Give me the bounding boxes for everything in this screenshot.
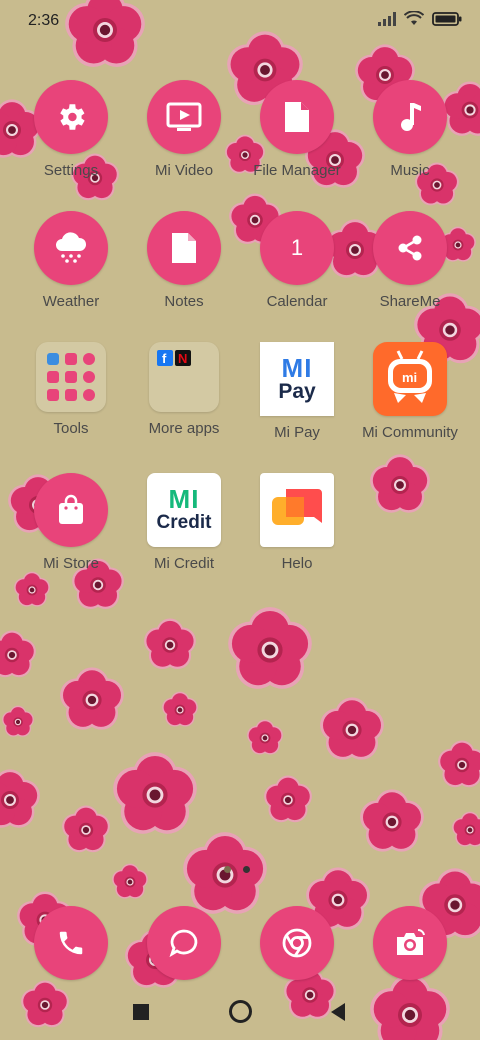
app-mi-community[interactable]: mi Mi Community [355, 342, 465, 441]
wallpaper-flower [113, 752, 197, 834]
page-dot-active [243, 866, 250, 873]
status-time: 2:36 [28, 12, 60, 29]
messages-icon [147, 906, 221, 980]
status-bar: 2:36 [0, 0, 480, 44]
wallpaper-flower [112, 863, 148, 899]
signal-icon [378, 11, 396, 26]
app-label: Mi Credit [153, 555, 214, 572]
wallpaper-flower [370, 454, 430, 513]
app-label: More apps [148, 420, 220, 437]
app-label: Music [390, 162, 430, 179]
folder-more-apps[interactable]: f N More apps [129, 342, 239, 437]
dock-phone[interactable] [16, 906, 126, 980]
wallpaper-flower [228, 607, 312, 689]
app-mi-store[interactable]: Mi Store [16, 473, 126, 572]
chrome-icon [260, 906, 334, 980]
wallpaper-flower [438, 740, 480, 788]
mi-pay-logo: MI Pay [260, 342, 334, 416]
svg-text:f: f [162, 351, 167, 366]
tv-icon [147, 80, 221, 154]
wallpaper-flower [144, 618, 196, 670]
calendar-icon: 1 [260, 211, 334, 285]
app-shareme[interactable]: ShareMe [355, 211, 465, 310]
app-label: Mi Pay [274, 424, 320, 441]
app-mi-video[interactable]: Mi Video [129, 80, 239, 179]
wallpaper-flower [452, 811, 480, 847]
file-icon [260, 80, 334, 154]
shopping-bag-icon [34, 473, 108, 547]
wallpaper-flower [320, 697, 384, 760]
mi-credit-logo: MI Credit [147, 473, 221, 547]
app-label: Helo [281, 555, 313, 572]
wallpaper-flower [0, 769, 40, 828]
app-calendar[interactable]: 1 Calendar [242, 211, 352, 310]
home-button[interactable] [229, 1000, 252, 1023]
cloud-snow-icon [34, 211, 108, 285]
wifi-icon [404, 11, 424, 25]
app-notes[interactable]: Notes [129, 211, 239, 310]
app-label: Mi Community [362, 424, 458, 441]
wallpaper-flower [264, 775, 312, 823]
page-indicator [224, 866, 250, 873]
music-note-icon [373, 80, 447, 154]
app-music[interactable]: Music [355, 80, 465, 179]
phone-icon [34, 906, 108, 980]
helo-logo [260, 473, 334, 547]
app-label: ShareMe [379, 293, 441, 310]
folder-icon [36, 342, 106, 412]
dock-camera[interactable] [355, 906, 465, 980]
app-label: Weather [42, 293, 100, 310]
share-icon [373, 211, 447, 285]
app-label: Settings [43, 162, 99, 179]
calendar-day: 1 [290, 235, 304, 260]
app-helo[interactable]: Helo [242, 473, 352, 572]
app-mi-pay[interactable]: MI Pay Mi Pay [242, 342, 352, 441]
app-label: Calendar [266, 293, 328, 310]
wallpaper-flower [360, 789, 424, 852]
recents-button[interactable] [133, 1004, 149, 1020]
app-mi-credit[interactable]: MI Credit Mi Credit [129, 473, 239, 572]
wallpaper-flower [162, 691, 198, 727]
wallpaper-flower [247, 719, 283, 755]
gear-icon [34, 80, 108, 154]
wallpaper-flower [14, 571, 50, 607]
svg-text:N: N [178, 351, 187, 366]
folder-icon: f N [149, 342, 219, 412]
dock-messages[interactable] [129, 906, 239, 980]
back-button[interactable] [331, 1003, 345, 1021]
app-label: File Manager [253, 162, 341, 179]
wallpaper-flower [2, 705, 34, 737]
navigation-bar [0, 990, 480, 1034]
app-label: Mi Store [43, 555, 99, 572]
dock-chrome[interactable] [242, 906, 352, 980]
app-weather[interactable]: Weather [16, 211, 126, 310]
page-dot [224, 866, 231, 873]
app-file-manager[interactable]: File Manager [242, 80, 352, 179]
app-label: Notes [164, 293, 204, 310]
app-settings[interactable]: Settings [16, 80, 126, 179]
wallpaper-flower [60, 667, 124, 730]
camera-icon [373, 906, 447, 980]
folder-tools[interactable]: Tools [16, 342, 126, 437]
app-label: Tools [53, 420, 89, 437]
note-icon [147, 211, 221, 285]
wallpaper-flower [62, 805, 110, 853]
wallpaper-flower [0, 630, 36, 678]
svg-text:mi: mi [402, 370, 417, 385]
battery-icon [432, 11, 462, 26]
mi-community-logo: mi [373, 342, 447, 416]
app-label: Mi Video [154, 162, 214, 179]
